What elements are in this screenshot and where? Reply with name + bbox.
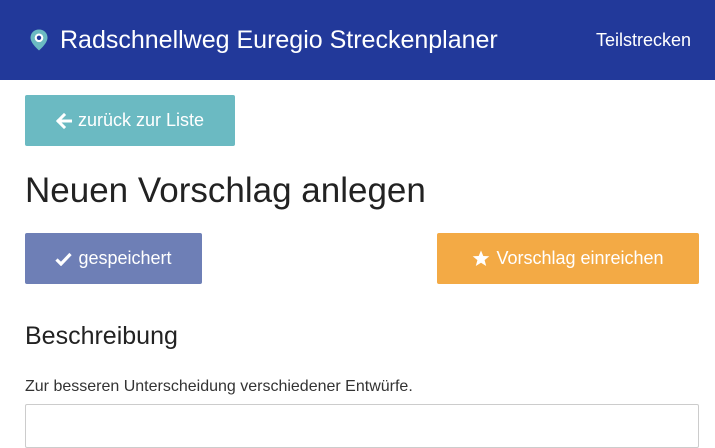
submit-button-label: Vorschlag einreichen — [496, 248, 664, 268]
submit-proposal-button[interactable]: Vorschlag einreichen — [437, 233, 699, 284]
brand-link[interactable]: Radschnellweg Euregio Streckenplaner — [27, 0, 498, 80]
saved-button-label: gespeichert — [78, 248, 172, 268]
checkmark-icon — [55, 252, 73, 266]
back-button-label: zurück zur Liste — [77, 110, 205, 130]
page-title: Neuen Vorschlag anlegen — [25, 171, 426, 210]
description-input[interactable] — [25, 404, 699, 448]
saved-button[interactable]: gespeichert — [25, 233, 202, 284]
description-section-title: Beschreibung — [25, 322, 178, 350]
nav-link-teilstrecken[interactable]: Teilstrecken — [596, 0, 691, 80]
arrow-left-icon — [55, 112, 72, 129]
description-help-text: Zur besseren Unterscheidung verschiedene… — [25, 378, 413, 395]
map-marker-icon — [27, 28, 51, 52]
brand-title: Radschnellweg Euregio Streckenplaner — [60, 25, 498, 54]
star-icon — [472, 250, 490, 267]
back-to-list-button[interactable]: zurück zur Liste — [25, 95, 235, 146]
top-navbar: Radschnellweg Euregio Streckenplaner Tei… — [0, 0, 715, 80]
